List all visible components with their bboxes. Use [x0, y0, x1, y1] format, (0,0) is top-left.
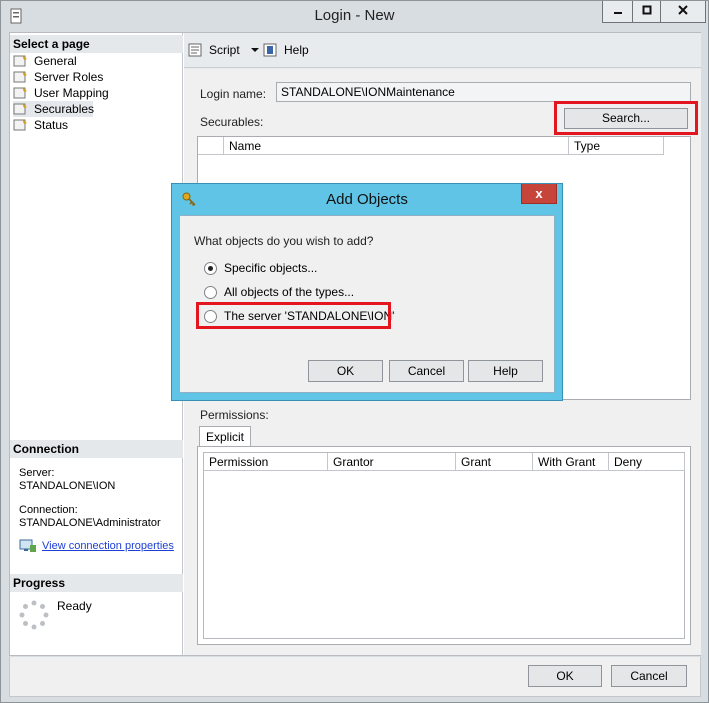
ok-button[interactable]: OK	[528, 665, 602, 687]
connection-label: Connection:	[19, 504, 78, 516]
connection-properties-icon	[19, 539, 36, 552]
page-wrench-icon	[13, 70, 29, 84]
sidebar-item-securables[interactable]: Securables	[13, 101, 95, 117]
login-name-field[interactable]: STANDALONE\IONMaintenance	[276, 82, 691, 102]
toolbar: Script Help	[184, 33, 701, 68]
column-header-grant[interactable]: Grant	[456, 453, 533, 471]
dialog-cancel-button[interactable]: Cancel	[389, 360, 464, 382]
page-wrench-icon	[13, 102, 29, 116]
page-wrench-icon	[13, 86, 29, 100]
column-header-with-grant[interactable]: With Grant	[533, 453, 609, 471]
radio-selected-icon	[204, 261, 217, 275]
connection-value: STANDALONE\Administrator	[19, 517, 161, 529]
permissions-grid[interactable]: Permission Grantor Grant With Grant Deny	[203, 452, 685, 639]
close-icon	[678, 5, 688, 15]
progress-header: Progress	[10, 574, 183, 592]
permissions-panel: Permission Grantor Grant With Grant Deny	[197, 446, 691, 645]
column-header-permission[interactable]: Permission	[204, 453, 328, 471]
dialog-body: What objects do you wish to add? Specifi…	[179, 215, 555, 393]
column-header-type[interactable]: Type	[569, 137, 664, 155]
permissions-label: Permissions:	[200, 408, 269, 422]
left-pane: Select a page General Server Roles User …	[10, 33, 183, 655]
sidebar-item-label: Status	[34, 118, 69, 132]
view-connection-properties-link[interactable]: View connection properties	[42, 540, 174, 553]
help-icon	[263, 43, 277, 57]
column-header-deny[interactable]: Deny	[609, 453, 685, 471]
sidebar-item-general[interactable]: General	[13, 53, 77, 69]
maximize-icon	[642, 5, 651, 15]
help-button[interactable]: Help	[263, 43, 309, 57]
column-header-name[interactable]: Name	[224, 137, 569, 155]
page-wrench-icon	[13, 118, 29, 132]
maximize-button[interactable]	[632, 1, 661, 23]
select-page-header: Select a page	[10, 35, 183, 53]
minimize-icon	[613, 12, 622, 14]
view-connection-properties[interactable]: View connection properties	[19, 539, 174, 553]
server-value: STANDALONE\ION	[19, 480, 116, 492]
radio-all-objects-of-types[interactable]: All objects of the types...	[204, 285, 354, 299]
dialog-close-button[interactable]: x	[521, 184, 557, 204]
sidebar-item-user-mapping[interactable]: User Mapping	[13, 85, 109, 101]
title-bar: Login - New	[1, 1, 708, 31]
row-header-column	[198, 137, 224, 155]
radio-empty-icon	[204, 285, 217, 299]
tab-explicit[interactable]: Explicit	[199, 426, 252, 448]
server-label: Server:	[19, 467, 55, 479]
radio-specific-objects[interactable]: Specific objects...	[204, 261, 317, 275]
securables-label: Securables:	[200, 115, 264, 129]
add-objects-dialog: Add Objects x What objects do you wish t…	[171, 183, 563, 401]
login-name-label: Login name:	[200, 87, 267, 101]
dialog-ok-button[interactable]: OK	[308, 360, 383, 382]
button-bar: OK Cancel	[9, 657, 701, 697]
script-button[interactable]: Script	[188, 43, 260, 57]
sidebar-item-label: User Mapping	[34, 86, 109, 100]
sidebar-item-label: Securables	[34, 102, 95, 116]
page-wrench-icon	[13, 54, 29, 68]
progress-spinner-icon	[19, 600, 49, 630]
dialog-question: What objects do you wish to add?	[194, 234, 374, 248]
connection-header: Connection	[10, 440, 183, 458]
sidebar-item-server-roles[interactable]: Server Roles	[13, 69, 103, 85]
close-window-button[interactable]	[660, 1, 706, 23]
server-option-highlight	[196, 302, 391, 329]
help-label: Help	[284, 43, 309, 57]
cancel-button[interactable]: Cancel	[611, 665, 687, 687]
progress-status: Ready	[57, 599, 92, 613]
dialog-title: Add Objects	[326, 191, 408, 208]
column-header-grantor[interactable]: Grantor	[328, 453, 456, 471]
sidebar-item-status[interactable]: Status	[13, 117, 68, 133]
radio-label: Specific objects...	[224, 261, 318, 275]
script-label: Script	[209, 43, 240, 57]
dropdown-arrow-icon[interactable]	[250, 46, 260, 54]
minimize-button[interactable]	[602, 1, 633, 23]
dialog-help-button[interactable]: Help	[468, 360, 543, 382]
radio-label: All objects of the types...	[224, 285, 355, 299]
search-highlight	[554, 101, 698, 135]
script-icon	[188, 43, 202, 57]
sidebar-item-label: Server Roles	[34, 70, 104, 84]
sidebar-item-label: General	[34, 54, 77, 68]
